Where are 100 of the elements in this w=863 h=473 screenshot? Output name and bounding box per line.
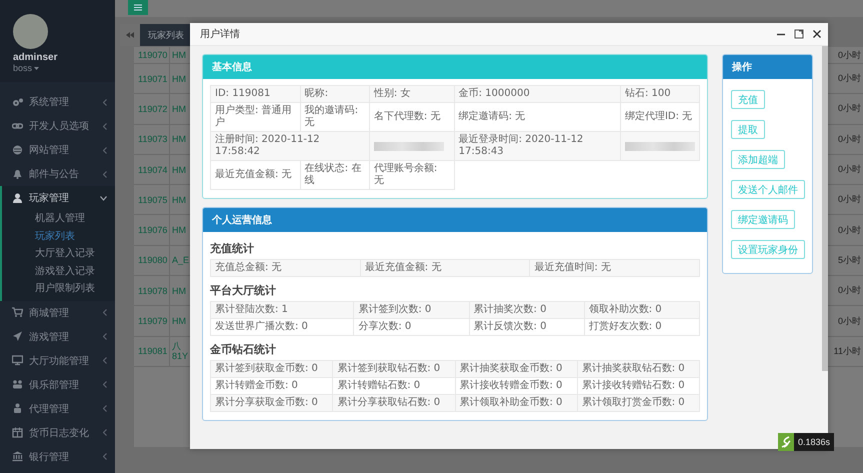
caret-icon <box>34 66 40 70</box>
section-title: 平台大厅统计 <box>210 283 276 298</box>
sidebar-item[interactable]: 俱乐部管理 <box>0 372 115 396</box>
table-cell: 119071 <box>138 74 168 84</box>
table-cell: 累计签到次数: 0 <box>354 302 470 318</box>
menu-button[interactable] <box>128 0 148 15</box>
table-cell-text: A_E <box>171 255 190 266</box>
chevron-left-icon <box>103 309 107 316</box>
maximize-icon[interactable] <box>794 29 804 39</box>
table-cell-text: 0小时 <box>838 163 862 176</box>
table-cell: 累计领取补助金币数: 0 <box>455 394 578 412</box>
table-cell-text: HM <box>171 316 187 326</box>
sidebar-item[interactable]: 邮件与公告 <box>0 162 115 186</box>
table-cell: 119080 <box>138 255 168 266</box>
rocket-icon <box>12 331 23 342</box>
table-cell-text: HM <box>171 50 187 60</box>
blurred-text <box>624 142 695 150</box>
sidebar-item[interactable]: 游戏管理 <box>0 324 115 348</box>
table-cell: 钻石: 100 <box>620 86 700 102</box>
sidebar-item[interactable]: 代理管理 <box>0 396 115 420</box>
gear-icon <box>12 96 23 108</box>
chevron-left-icon <box>103 122 107 130</box>
table-cell-text: 11小时 <box>834 344 862 358</box>
table-cell-text: 0小时 <box>838 193 862 206</box>
double-chevron-left-icon <box>126 32 134 38</box>
table-cell: 累计反馈次数: 0 <box>469 318 584 336</box>
sidebar-item[interactable]: 商城管理 <box>0 300 115 324</box>
table-cell-text: HM <box>171 164 187 175</box>
table-cell-text: HM <box>171 286 187 296</box>
chevron-left-icon <box>103 146 107 154</box>
table-cell: ID: 119081 <box>210 86 300 102</box>
blurred-text <box>374 142 444 150</box>
sidebar-item[interactable]: 玩家管理 <box>2 186 115 210</box>
submenu-item[interactable]: 玩家列表 <box>35 228 75 245</box>
scrollbar[interactable] <box>822 46 828 371</box>
table-cell: 累计登陆次数: 1 <box>210 302 354 318</box>
table-cell: 累计分享获取钻石数: 0 <box>332 394 455 412</box>
modal-title: 用户详情 <box>200 28 241 41</box>
table-cell: 注册时间: 2020-11-12 17:58:42 <box>210 132 370 160</box>
chevron-left-icon <box>103 357 107 364</box>
chevron-left-icon <box>103 333 107 340</box>
table-cell: 在线状态: 在线 <box>300 160 370 190</box>
table-cell-text: HM <box>171 225 187 236</box>
sidebar-item[interactable]: 开发人员选项 <box>0 114 115 138</box>
panel-header: 个人运营信息 <box>203 208 707 232</box>
table-cell: 代理账号余额: 无 <box>369 160 454 190</box>
submenu-item[interactable]: 游戏登入记录 <box>35 262 95 280</box>
chevron-down-icon <box>100 196 107 200</box>
table-cell: 119081 <box>138 346 168 356</box>
table-cell: 充值总金额: 无 <box>210 260 360 276</box>
table-cell-text: 0小时 <box>838 284 862 298</box>
close-icon[interactable] <box>812 29 822 39</box>
bank-icon <box>12 451 23 462</box>
submenu-item[interactable]: 大厅登入记录 <box>35 245 95 262</box>
table-cell: 119070 <box>138 50 168 60</box>
table-cell: 最近充值金额: 无 <box>360 260 530 276</box>
table-cell-text: 5小时 <box>838 254 862 267</box>
role-dropdown[interactable]: boss <box>13 63 40 73</box>
table-cell: 金币: 1000000 <box>454 86 620 102</box>
table-cell: 119074 <box>138 164 168 175</box>
table-cell: 最近充值时间: 无 <box>530 260 700 276</box>
globe-icon <box>12 144 23 156</box>
link-icon <box>12 120 23 132</box>
sidebar-item[interactable]: 大厅功能管理 <box>0 348 115 372</box>
sidebar-item[interactable]: 网站管理 <box>0 138 115 162</box>
tab[interactable]: 玩家列表 <box>140 24 192 46</box>
table-cell: 累计抽奖次数: 0 <box>469 302 584 318</box>
avatar-placeholder <box>13 14 48 49</box>
table-cell: 累计抽奖获取金币数: 0 <box>455 360 578 378</box>
user-icon <box>12 192 23 204</box>
submenu-item[interactable]: 机器人管理 <box>35 210 85 228</box>
table-cell: 性别: 女 <box>369 86 454 102</box>
table-cell: 分享次数: 0 <box>354 318 470 336</box>
user-name: adminser <box>13 52 58 63</box>
section-title: 金币钻石统计 <box>210 342 276 357</box>
table-cell-text: 0小时 <box>838 314 862 328</box>
table-cell-text: 0小时 <box>838 224 862 237</box>
table-cell: 最近充值金额: 无 <box>210 160 300 190</box>
menu-icon <box>134 4 142 11</box>
table-cell: 累计抽奖获取钻石数: 0 <box>577 360 700 378</box>
table-cell: 119076 <box>138 225 168 236</box>
table-cell-text: 0小时 <box>838 72 862 86</box>
table-cell: 累计领取打赏金币数: 0 <box>577 394 700 412</box>
group-icon <box>12 379 23 390</box>
table-cell-text: HM <box>171 134 187 144</box>
sidebar-item[interactable]: 系统管理 <box>0 90 115 114</box>
table-cell-text: 0小时 <box>838 48 862 62</box>
chevron-left-icon <box>103 453 107 460</box>
table-cell-text: HM <box>171 104 187 114</box>
panel-header: 操作 <box>723 55 812 79</box>
table-cell: 发送世界广播次数: 0 <box>210 318 354 336</box>
table-cell: 领取补助次数: 0 <box>584 302 700 318</box>
chevron-left-icon <box>103 405 107 412</box>
sidebar-item[interactable]: 货币日志变化 <box>0 420 115 444</box>
bell-icon <box>12 168 23 180</box>
chevron-left-icon <box>103 170 107 178</box>
sidebar-item[interactable]: 银行管理 <box>0 444 115 468</box>
table-cell: 最近登录时间: 2020-11-12 17:58:43 <box>454 132 620 160</box>
submenu-item[interactable]: 用户限制列表 <box>35 280 95 298</box>
table-cell: 累计分享获取金币数: 0 <box>210 394 333 412</box>
